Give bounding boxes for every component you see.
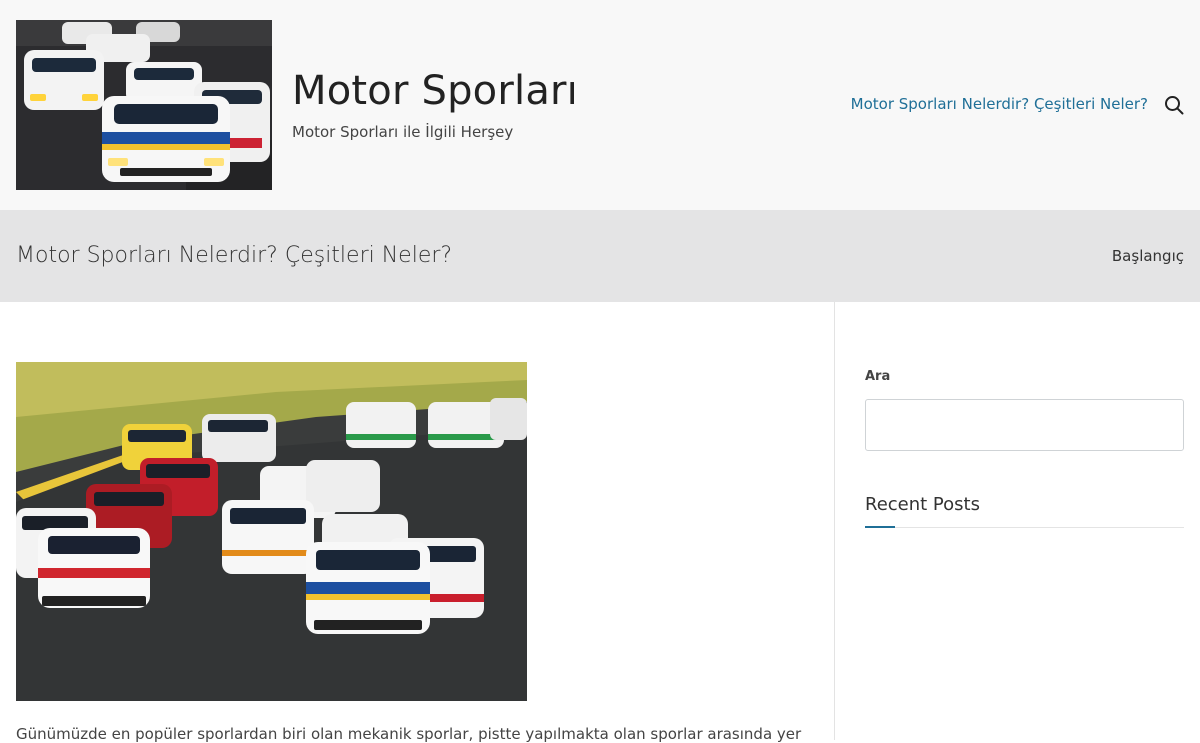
breadcrumb-home[interactable]: Başlangıç bbox=[1112, 247, 1184, 265]
post-excerpt: Günümüzde en popüler sporlardan biri ola… bbox=[16, 725, 802, 743]
site-logo[interactable] bbox=[16, 20, 272, 190]
nav-link-motor-sporlari[interactable]: Motor Sporları Nelerdir? Çeşitleri Neler… bbox=[851, 95, 1148, 113]
main-content: Günümüzde en popüler sporlardan biri ola… bbox=[0, 302, 834, 743]
site-title[interactable]: Motor Sporları bbox=[292, 68, 578, 114]
recent-posts-title: Recent Posts bbox=[865, 494, 980, 515]
logo-image bbox=[16, 20, 272, 190]
search-input[interactable] bbox=[865, 399, 1184, 451]
page-title-bar: Motor Sporları Nelerdir? Çeşitleri Neler… bbox=[0, 210, 1200, 302]
page-title: Motor Sporları Nelerdir? Çeşitleri Neler… bbox=[16, 243, 453, 268]
site-header: Motor Sporları Motor Sporları ile İlgili… bbox=[0, 0, 1200, 210]
search-label: Ara bbox=[865, 369, 891, 384]
site-tagline: Motor Sporları ile İlgili Herşey bbox=[292, 123, 514, 141]
widget-divider bbox=[865, 527, 1184, 528]
featured-image bbox=[16, 362, 527, 701]
widget-title-accent bbox=[865, 526, 895, 528]
search-icon[interactable] bbox=[1163, 94, 1185, 116]
sidebar: Ara Recent Posts bbox=[835, 302, 1200, 740]
